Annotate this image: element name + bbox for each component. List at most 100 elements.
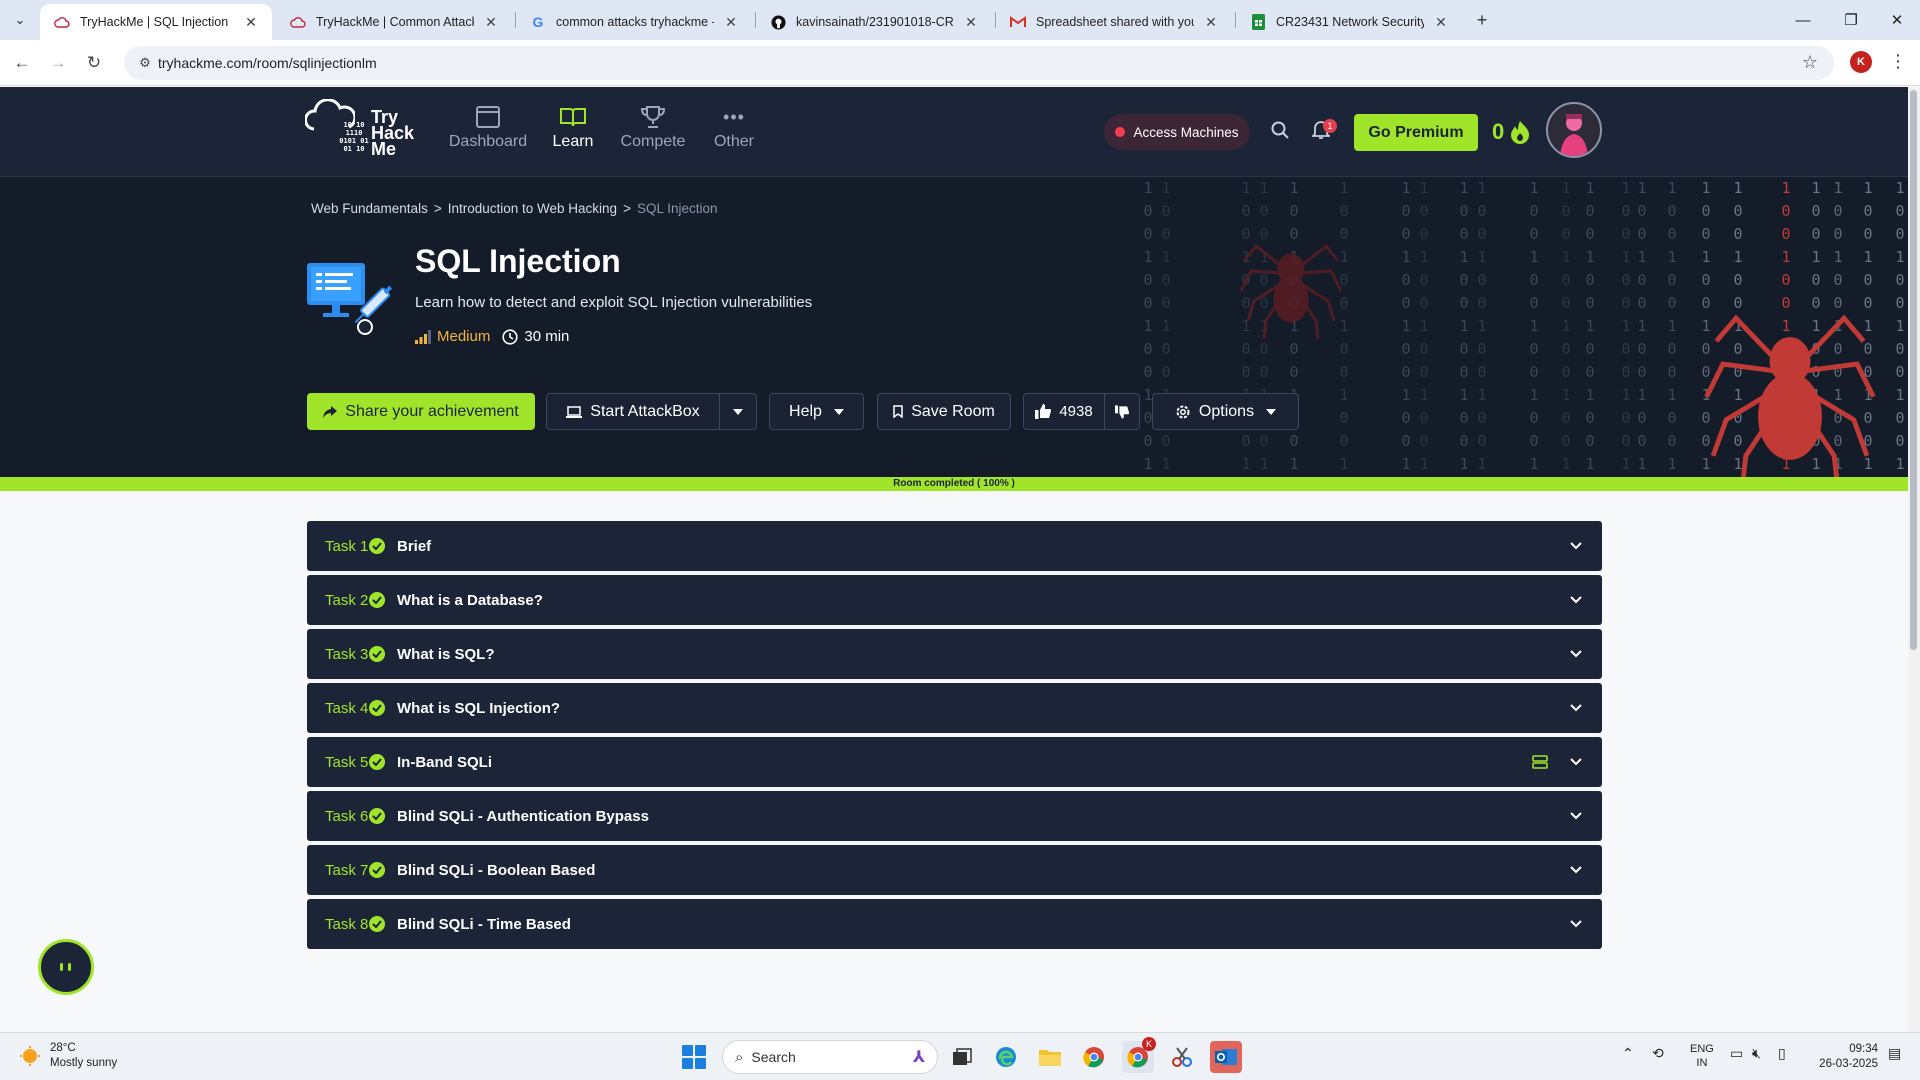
task-row[interactable]: Task 2 What is a Database?: [307, 575, 1602, 625]
binary-rain-column: 1 0 0 1 0 0 1 0 0 1 0 0 1: [1895, 179, 1905, 473]
save-room-button[interactable]: Save Room: [877, 393, 1011, 430]
help-button[interactable]: Help: [769, 393, 864, 430]
browser-menu-icon[interactable]: ⋮: [1888, 51, 1908, 75]
chevron-down-icon[interactable]: [1568, 704, 1584, 712]
caret-down-icon: [1266, 408, 1277, 415]
chrome-icon[interactable]: [1078, 1041, 1110, 1073]
chevron-down-icon[interactable]: [1568, 812, 1584, 820]
breadcrumb-current: SQL Injection: [636, 201, 718, 216]
duration-label: 30 min: [524, 328, 570, 345]
tab-google-search[interactable]: G common attacks tryhackme - G ✕: [516, 4, 752, 40]
task-list: Task 1 Brief Task 2 What is a Database? Task…: [0, 491, 1908, 1032]
forward-button[interactable]: →: [44, 49, 72, 77]
tab-gmail[interactable]: Spreadsheet shared with you: " ✕: [996, 4, 1232, 40]
task-name: What is SQL Injection?: [397, 699, 561, 717]
weather-text: 28°C Mostly sunny: [50, 1041, 117, 1071]
outlook-icon[interactable]: [1210, 1041, 1242, 1073]
task-row[interactable]: Task 8 Blind SQLi - Time Based: [307, 899, 1602, 949]
task-view-icon[interactable]: [946, 1041, 978, 1073]
minimize-button[interactable]: —: [1780, 0, 1826, 40]
close-tab-icon[interactable]: ✕: [1432, 13, 1450, 31]
sync-icon[interactable]: ⟲: [1652, 1045, 1664, 1062]
tab-common-attacks[interactable]: TryHackMe | Common Attacks ✕: [276, 4, 512, 40]
speaker-muted-icon[interactable]: 🔇︎: [1752, 1045, 1761, 1062]
streak-counter[interactable]: 0: [1492, 113, 1530, 151]
chevron-down-icon[interactable]: [1568, 542, 1584, 550]
server-machine-icon[interactable]: [1532, 755, 1548, 769]
chevron-down-icon[interactable]: [1568, 596, 1584, 604]
display-icon[interactable]: ▭: [1730, 1045, 1743, 1062]
page-scrollbar-thumb[interactable]: [1910, 90, 1917, 650]
tab-title: TryHackMe | Common Attacks: [316, 15, 474, 29]
restore-button[interactable]: ❐: [1828, 0, 1874, 40]
close-tab-icon[interactable]: ✕: [242, 13, 260, 31]
breadcrumb-web-fundamentals[interactable]: Web Fundamentals: [311, 201, 428, 216]
taskbar-search[interactable]: ⌕ Search ⅄: [722, 1040, 938, 1074]
edge-icon[interactable]: [990, 1041, 1022, 1073]
search-icon[interactable]: [1267, 117, 1293, 143]
task-row[interactable]: Task 3 What is SQL?: [307, 629, 1602, 679]
go-premium-button[interactable]: Go Premium: [1354, 114, 1478, 151]
close-tab-icon[interactable]: ✕: [722, 13, 740, 31]
dislike-button[interactable]: [1104, 393, 1140, 430]
attackbox-dropdown-button[interactable]: [719, 393, 757, 430]
close-tab-icon[interactable]: ✕: [962, 13, 980, 31]
close-window-button[interactable]: ✕: [1874, 0, 1920, 40]
notifications-icon[interactable]: ▤: [1888, 1045, 1901, 1062]
binary-rain-column: 1 0 0 1 0 0 1 0 0 1 0 0 1: [1667, 179, 1677, 473]
status-dot-icon: [1115, 127, 1126, 137]
chevron-down-icon[interactable]: [1568, 920, 1584, 928]
site-info-icon[interactable]: ⚙: [136, 54, 154, 72]
tab-sql-injection[interactable]: TryHackMe | SQL Injection ✕: [40, 4, 272, 40]
access-machines-button[interactable]: Access Machines: [1104, 114, 1250, 150]
start-attackbox-button[interactable]: Start AttackBox: [546, 393, 720, 430]
profile-avatar[interactable]: K: [1850, 51, 1872, 73]
tray-overflow-icon[interactable]: ⌃: [1622, 1045, 1634, 1062]
chevron-down-icon[interactable]: [1568, 650, 1584, 658]
back-button[interactable]: ←: [8, 49, 36, 77]
assistant-button[interactable]: [38, 939, 94, 995]
windows-start-button[interactable]: [682, 1045, 706, 1069]
options-button[interactable]: Options: [1152, 393, 1299, 430]
room-title: SQL Injection: [415, 243, 621, 279]
spider-decoration-icon: [1239, 243, 1343, 340]
nav-other[interactable]: ••• Other: [689, 101, 779, 151]
language-indicator[interactable]: ENG IN: [1690, 1042, 1714, 1070]
chevron-down-icon[interactable]: [1568, 758, 1584, 766]
binary-rain-column: 1 0 0 1 0 0 1 0 0 1 0 0 1: [1143, 179, 1153, 473]
nav-compete[interactable]: Compete: [608, 101, 698, 151]
battery-icon[interactable]: ▯: [1778, 1045, 1786, 1062]
task-row[interactable]: Task 4 What is SQL Injection?: [307, 683, 1602, 733]
tab-search-button[interactable]: ⌄: [8, 8, 32, 32]
task-row[interactable]: Task 6 Blind SQLi - Authentication Bypass: [307, 791, 1602, 841]
task-complete-check-icon: [369, 862, 385, 878]
weather-widget[interactable]: 28°C Mostly sunny: [18, 1041, 117, 1071]
nav-learn[interactable]: Learn: [528, 101, 618, 151]
reload-button[interactable]: ↻: [80, 49, 108, 77]
chevron-down-icon[interactable]: [1568, 866, 1584, 874]
user-avatar[interactable]: [1546, 102, 1602, 158]
chrome-profile-icon[interactable]: K: [1122, 1037, 1156, 1073]
address-bar[interactable]: ⚙ tryhackme.com/room/sqlinjectionlm ☆: [124, 46, 1834, 80]
close-tab-icon[interactable]: ✕: [482, 13, 500, 31]
like-button[interactable]: 4938: [1023, 393, 1105, 430]
task-row[interactable]: Task 7 Blind SQLi - Boolean Based: [307, 845, 1602, 895]
task-row[interactable]: Task 5 In-Band SQLi: [307, 737, 1602, 787]
task-row[interactable]: Task 1 Brief: [307, 521, 1602, 571]
file-explorer-icon[interactable]: [1034, 1041, 1066, 1073]
task-complete-check-icon: [369, 916, 385, 932]
tab-sheets[interactable]: CR23431 Network Security - La ✕: [1236, 4, 1462, 40]
close-tab-icon[interactable]: ✕: [1202, 13, 1220, 31]
new-tab-button[interactable]: +: [1470, 8, 1494, 32]
nav-dashboard[interactable]: Dashboard: [443, 101, 533, 151]
tryhackme-logo[interactable]: 10 10 1110 0101 01 01 10 Try Hack Me: [305, 97, 425, 167]
tab-github[interactable]: kavinsainath/231901018-CR23 ✕: [756, 4, 992, 40]
snipping-tool-icon[interactable]: [1166, 1041, 1198, 1073]
bookmark-star-icon[interactable]: ☆: [1802, 52, 1818, 73]
thm-cloud-icon: [54, 14, 70, 30]
breadcrumb-intro-web-hacking[interactable]: Introduction to Web Hacking: [448, 201, 617, 216]
browser-toolbar: ← → ↻ ⚙ tryhackme.com/room/sqlinjectionl…: [0, 40, 1920, 86]
task-number: Task 1: [325, 537, 369, 555]
system-clock[interactable]: 09:34 26-03-2025: [1808, 1042, 1878, 1072]
share-achievement-button[interactable]: Share your achievement: [307, 393, 535, 430]
